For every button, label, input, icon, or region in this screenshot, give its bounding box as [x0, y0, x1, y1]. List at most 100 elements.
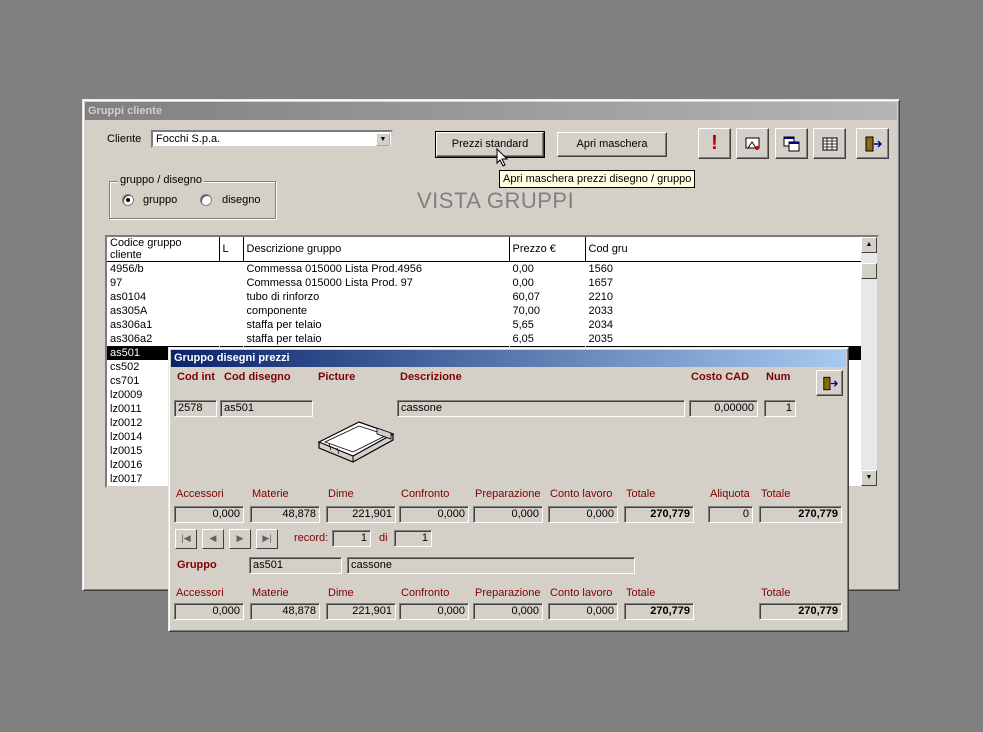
cost-field[interactable]: 221,901	[326, 506, 396, 523]
gruppo-desc-field[interactable]: cassone	[347, 557, 635, 574]
table-row[interactable]: as0104 tubo di rinforzo 60,07 2210	[107, 289, 864, 304]
gruppo-code-field[interactable]: as501	[249, 557, 342, 574]
door-exit-icon[interactable]	[856, 128, 889, 159]
grid-scrollbar[interactable]: ▲ ▼	[861, 237, 877, 486]
group-cost-label: Totale	[626, 587, 656, 599]
scroll-down-icon[interactable]: ▼	[861, 470, 877, 486]
tools-icon[interactable]	[736, 128, 769, 159]
table-row[interactable]: 4956/b Commessa 015000 Lista Prod.4956 0,0…	[107, 261, 864, 276]
table-row[interactable]: as306a1 staffa per telaio 5,65 2034	[107, 317, 864, 332]
group-cost-field[interactable]: 48,878	[250, 603, 320, 620]
group-cost-label: Accessori	[176, 587, 224, 599]
radio-disegno-label: disegno	[222, 194, 261, 206]
gruppo-disegno-groupbox: gruppo / disegno gruppo disegno	[109, 174, 276, 219]
windows-icon[interactable]	[775, 128, 808, 159]
cod-disegno-field[interactable]: as501	[220, 400, 313, 417]
table-cell: 1657	[585, 275, 864, 290]
grid-column-header[interactable]: Prezzo €	[509, 237, 586, 262]
cost-label: Dime	[328, 488, 354, 500]
next-record-icon[interactable]: ▶	[229, 529, 251, 549]
descrizione-field[interactable]: cassone	[397, 400, 685, 417]
cost-field[interactable]: 0,000	[473, 506, 543, 523]
table-cell: as0104	[107, 289, 220, 304]
first-record-icon[interactable]: |◀	[175, 529, 197, 549]
group-cost-field[interactable]: 270,779	[759, 603, 842, 620]
cost-field[interactable]: 0,000	[174, 506, 244, 523]
cost-field[interactable]: 0,000	[548, 506, 618, 523]
scroll-up-icon[interactable]: ▲	[861, 237, 877, 253]
record-current-field[interactable]: 1	[332, 530, 371, 547]
radio-disegno[interactable]	[200, 194, 212, 206]
grid-column-header[interactable]: Codice gruppo cliente	[107, 237, 220, 262]
cost-field[interactable]: 270,779	[759, 506, 842, 523]
group-cost-field[interactable]: 221,901	[326, 603, 396, 620]
apri-maschera-button[interactable]: Apri maschera	[557, 132, 667, 157]
cost-label: Aliquota	[710, 488, 750, 500]
table-cell: 60,07	[509, 289, 586, 304]
mouse-cursor-icon	[496, 148, 509, 167]
table-cell: Commessa 015000 Lista Prod.4956	[243, 261, 510, 276]
table-cell: staffa per telaio	[243, 331, 510, 346]
cost-field[interactable]: 270,779	[624, 506, 694, 523]
num-field[interactable]: 1	[764, 400, 796, 417]
table-row[interactable]: 97 Commessa 015000 Lista Prod. 97 0,00 1657	[107, 275, 864, 290]
prev-record-icon[interactable]: ◀	[202, 529, 224, 549]
cliente-combo[interactable]: Focchi S.p.a. ▼	[151, 130, 393, 148]
group-cost-label: Totale	[761, 587, 791, 599]
table-cell: 2210	[585, 289, 864, 304]
cliente-value: Focchi S.p.a.	[156, 133, 221, 145]
table-cell: as306a2	[107, 331, 220, 346]
table-cell	[219, 261, 244, 276]
costo-cad-field[interactable]: 0,00000	[689, 400, 758, 417]
table-cell	[219, 289, 244, 304]
grid-column-header[interactable]: Cod gru	[585, 237, 864, 262]
cost-label: Conto lavoro	[550, 488, 613, 500]
drawing-picture	[317, 421, 395, 463]
table-cell	[219, 303, 244, 318]
tooltip: Apri maschera prezzi disegno / gruppo	[499, 170, 696, 188]
table-cell	[219, 331, 244, 346]
sub-window-title: Gruppo disegni prezzi	[171, 350, 846, 367]
group-cost-field[interactable]: 0,000	[548, 603, 618, 620]
table-cell: 0,00	[509, 261, 586, 276]
grid-column-header[interactable]: L	[219, 237, 244, 262]
group-cost-field[interactable]: 0,000	[399, 603, 469, 620]
cod-int-field[interactable]: 2578	[174, 400, 217, 417]
table-cell: staffa per telaio	[243, 317, 510, 332]
grid-column-header[interactable]: Descrizione gruppo	[243, 237, 510, 262]
table-cell: as305A	[107, 303, 220, 318]
table-icon[interactable]	[813, 128, 846, 159]
table-cell: 2035	[585, 331, 864, 346]
chevron-down-icon[interactable]: ▼	[376, 133, 390, 146]
table-cell: 4956/b	[107, 261, 220, 276]
radio-gruppo[interactable]	[122, 194, 134, 206]
cost-label: Totale	[761, 488, 791, 500]
group-cost-label: Preparazione	[475, 587, 541, 599]
table-cell: 97	[107, 275, 220, 290]
scroll-thumb[interactable]	[861, 263, 877, 279]
last-record-icon[interactable]: ▶|	[256, 529, 278, 549]
window-title: Gruppi cliente	[85, 102, 897, 120]
group-cost-field[interactable]: 0,000	[174, 603, 244, 620]
door-exit-icon[interactable]	[816, 370, 843, 396]
table-cell: 0,00	[509, 275, 586, 290]
table-cell	[219, 275, 244, 290]
gruppo-disegni-prezzi-window: Gruppo disegni prezzi Cod int Cod disegn…	[168, 347, 849, 632]
of-label: di	[379, 532, 388, 544]
prezzi-standard-button[interactable]: Prezzi standard	[435, 131, 545, 158]
cost-field[interactable]: 0,000	[399, 506, 469, 523]
group-cost-field[interactable]: 0,000	[473, 603, 543, 620]
table-row[interactable]: as306a2 staffa per telaio 6,05 2035	[107, 331, 864, 346]
group-cost-label: Confronto	[401, 587, 450, 599]
cost-field[interactable]: 48,878	[250, 506, 320, 523]
table-row[interactable]: as305A componente 70,00 2033	[107, 303, 864, 318]
cost-field[interactable]: 0	[708, 506, 753, 523]
record-label: record:	[294, 532, 329, 544]
table-cell: 70,00	[509, 303, 586, 318]
grid-header-row: Codice gruppo cliente L Descrizione gruppo…	[107, 237, 864, 262]
group-cost-label: Materie	[252, 587, 289, 599]
exclamation-icon[interactable]: !	[698, 128, 731, 159]
record-total-field: 1	[394, 530, 432, 547]
header-picture: Picture	[318, 371, 356, 383]
group-cost-field[interactable]: 270,779	[624, 603, 694, 620]
